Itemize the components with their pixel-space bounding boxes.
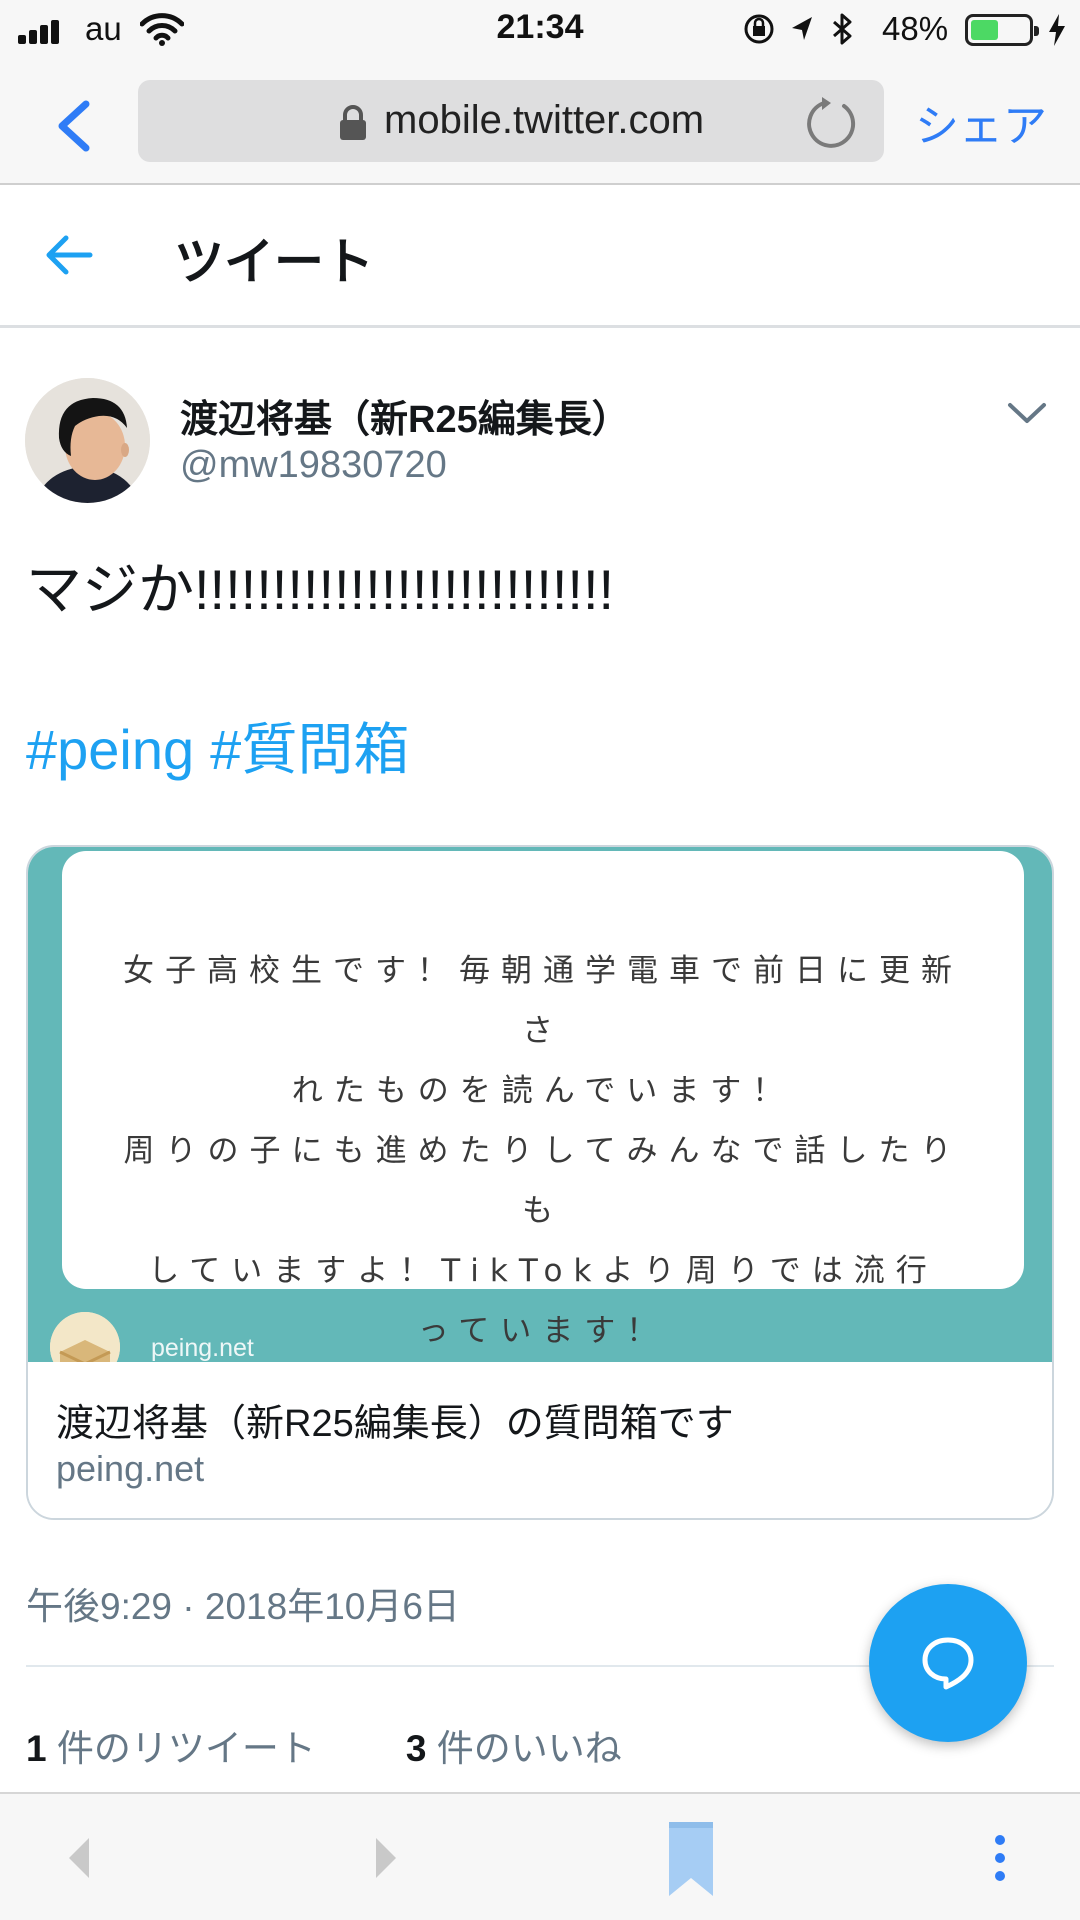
- avatar[interactable]: [25, 378, 150, 503]
- tweet-text: マジか!!!!!!!!!!!!!!!!!!!!!!!!!!!: [26, 558, 615, 621]
- avatar-image: [25, 378, 150, 503]
- lock-icon: [340, 105, 366, 140]
- address-bar[interactable]: mobile.twitter.com: [138, 80, 884, 162]
- more-vertical-icon[interactable]: [985, 1794, 1015, 1920]
- status-indicators: [744, 13, 852, 45]
- retweets-label: 件のリツイート: [56, 1728, 316, 1769]
- browser-bottom-toolbar: [0, 1792, 1080, 1920]
- tweet-timestamp[interactable]: 午後9:29 · 2018年10月6日: [26, 1576, 460, 1630]
- link-card[interactable]: 女子高校生です！毎朝通学電車で前日に更新さ れたものを読んでいます！ 周りの子に…: [26, 845, 1054, 1520]
- page-title: ツイート: [174, 234, 374, 290]
- card-title: 渡辺将基（新R25編集長）の質問箱です: [56, 1403, 734, 1445]
- retweets-stat[interactable]: 1 件のリツイート: [26, 1728, 316, 1769]
- card-domain: peing.net: [56, 1448, 205, 1489]
- reply-bubble-icon: [922, 1637, 974, 1690]
- card-image: 女子高校生です！毎朝通学電車で前日に更新さ れたものを読んでいます！ 周りの子に…: [28, 847, 1052, 1382]
- retweets-count: 1: [26, 1728, 47, 1769]
- likes-count: 3: [405, 1728, 427, 1769]
- bluetooth-icon: [833, 13, 852, 45]
- tweet-header: ツイート: [0, 186, 1080, 328]
- question-box: 女子高校生です！毎朝通学電車で前日に更新さ れたものを読んでいます！ 周りの子に…: [62, 851, 1024, 1349]
- back-chevron-icon[interactable]: [50, 98, 100, 154]
- arrow-left-icon[interactable]: [44, 232, 94, 278]
- back-icon[interactable]: [55, 1794, 105, 1920]
- url-text: mobile.twitter.com: [384, 98, 705, 142]
- chevron-down-icon[interactable]: [1005, 397, 1049, 429]
- hashtag-link[interactable]: #質問箱: [210, 718, 409, 781]
- location-icon: [792, 17, 812, 40]
- tweet-stats: 1 件のリツイート 3 件のいいね: [26, 1718, 622, 1772]
- question-text: 女子高校生です！毎朝通学電車で前日に更新さ れたものを読んでいます！ 周りの子に…: [123, 953, 963, 1349]
- hashtags: #peing #質問箱: [26, 705, 409, 786]
- browser-toolbar: mobile.twitter.com シェア: [0, 62, 1080, 185]
- author-handle[interactable]: @mw19830720: [180, 444, 447, 487]
- reply-button[interactable]: [869, 1584, 1027, 1742]
- likes-stat[interactable]: 3 件のいいね: [406, 1728, 622, 1769]
- charging-icon: [1049, 14, 1065, 46]
- card-meta: 渡辺将基（新R25編集長）の質問箱です peing.net: [28, 1362, 1052, 1518]
- author-name[interactable]: 渡辺将基（新R25編集長）: [180, 388, 630, 443]
- card-image-domain: peing.net: [151, 1334, 254, 1362]
- status-bar: au 21:34 48%: [0, 0, 1080, 62]
- orientation-lock-icon: [744, 14, 774, 44]
- hashtag-link[interactable]: #peing: [26, 718, 194, 781]
- likes-label: 件のいいね: [436, 1728, 622, 1769]
- forward-icon[interactable]: [360, 1794, 410, 1920]
- battery-fill: [971, 20, 998, 40]
- bookmark-icon[interactable]: [666, 1794, 716, 1920]
- battery-icon: [965, 14, 1039, 46]
- reload-icon[interactable]: [804, 96, 858, 150]
- battery-percent: 48%: [882, 10, 949, 47]
- share-button[interactable]: シェア: [915, 90, 1047, 154]
